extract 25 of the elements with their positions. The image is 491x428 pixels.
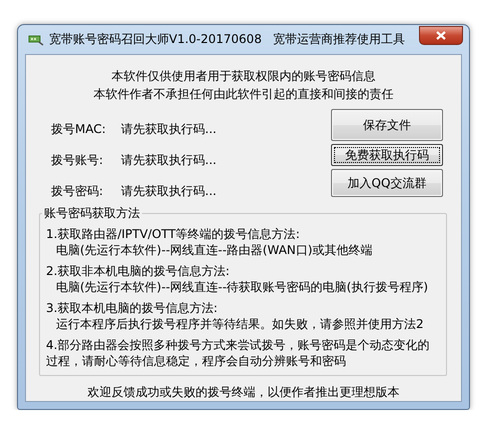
notice-text: 本软件仅供使用者用于获取权限内的账号密码信息 — [112, 68, 376, 85]
app-icon — [28, 34, 44, 46]
field-label: 拨号密码: — [51, 182, 104, 200]
method-detail: 电脑(先运行本软件)--网线直连--路由器(WAN口)或其他终端 — [55, 242, 374, 258]
field-label: 拨号账号: — [51, 152, 104, 168]
close-icon — [436, 31, 446, 40]
window-title: 宽带账号密码召回大师V1.0-20170608 宽带运营商推荐使用工具 — [49, 31, 406, 48]
method-detail: 电脑(先运行本软件)--网线直连--待获取账号密码的电脑(执行拨号程序) — [55, 279, 430, 295]
action-button[interactable]: 加入QQ交流群 — [331, 169, 443, 197]
method-heading: 1.获取路由器/IPTV/OTT等终端的拨号信息方法: — [46, 226, 301, 242]
close-button[interactable] — [419, 26, 463, 45]
field-value: 请先获取执行码... — [121, 120, 216, 138]
notice-text: 本软件作者不承担任何由此软件引起的直接和间接的责任 — [94, 86, 394, 103]
field-value: 请先获取执行码... — [121, 152, 216, 168]
footer-text: 欢迎反馈成功或失败的拨号终端，以便作者推出更理想版本 — [88, 384, 400, 401]
note-text: 过程，请耐心等待信息稳定，程序会自动分辨账号和密码 — [46, 353, 347, 369]
method-detail: 运行本程序后执行拨号程序并等待结果。如失败，请参照并使用方法2 — [55, 316, 425, 332]
field-value: 请先获取执行码... — [121, 182, 216, 200]
field-label: 拨号MAC: — [51, 120, 107, 138]
action-button[interactable]: 免费获取执行码 — [331, 144, 443, 166]
action-button[interactable]: 保存文件 — [331, 109, 443, 141]
note-text: 4.部分路由器会按照多种拨号方式来尝试拨号，账号密码是个动态变化的 — [46, 337, 430, 353]
method-heading: 2.获取非本机电脑的拨号信息方法: — [46, 263, 230, 279]
method-heading: 3.获取本机电脑的拨号信息方法: — [46, 300, 218, 316]
group-title: 账号密码获取方法 — [43, 205, 141, 222]
